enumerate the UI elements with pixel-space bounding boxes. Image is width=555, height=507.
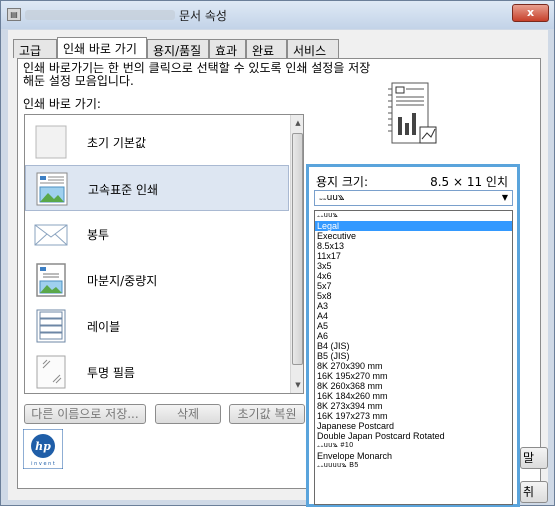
paper-size-option[interactable]: A3: [315, 301, 512, 311]
paper-size-dropdown-list[interactable]: ಀಀuu꧉ Legal Executive 8.5x13 11x17 3x5 4x6 5x7 5…: [314, 210, 513, 505]
blank-page-icon: [35, 125, 67, 159]
paper-size-option[interactable]: 11x17: [315, 251, 512, 261]
paper-size-panel: 용지 크기: 8.5 × 11 인치 ಀಀuu꧉ ▼ ಀಀuu꧉ Legal Exe…: [306, 164, 520, 507]
list-item[interactable]: 초기 기본값: [25, 119, 289, 165]
cardstock-icon: [36, 263, 66, 297]
tab-effects[interactable]: 효과: [209, 39, 246, 58]
shortcuts-description: 인쇄 바로가기는 한 번의 클릭으로 선택할 수 있도록 인쇄 설정을 저장 해…: [23, 61, 371, 88]
paper-size-option[interactable]: Double Japan Postcard Rotated: [315, 431, 512, 441]
list-item[interactable]: 봉투: [25, 211, 289, 257]
printer-icon: ▤: [7, 8, 21, 21]
labels-icon: [36, 309, 66, 343]
tab-advanced[interactable]: 고급: [13, 39, 57, 58]
window-title: 문서 속성: [179, 9, 227, 23]
tab-print-shortcuts[interactable]: 인쇄 바로 가기: [57, 37, 147, 59]
preset-label: 봉투: [87, 228, 110, 242]
shortcuts-list-label: 인쇄 바로 가기:: [23, 97, 101, 111]
preset-label: 고속표준 인쇄: [88, 183, 159, 197]
delete-button[interactable]: 삭제: [155, 404, 221, 424]
paper-size-option[interactable]: Executive: [315, 231, 512, 241]
paper-size-select[interactable]: ಀಀuu꧉ ▼: [314, 190, 513, 206]
svg-text:hp: hp: [35, 440, 51, 453]
list-item[interactable]: 레이블: [25, 303, 289, 349]
paper-size-option[interactable]: 5x7: [315, 281, 512, 291]
paper-size-option[interactable]: 3x5: [315, 261, 512, 271]
close-button[interactable]: x: [512, 4, 549, 22]
paper-size-option[interactable]: ಀಀuu꧉ #10: [315, 441, 512, 451]
list-item[interactable]: 마분지/중량지: [25, 257, 289, 303]
paper-size-option[interactable]: Envelope Monarch: [315, 451, 512, 461]
title-redacted: [25, 10, 175, 20]
paper-size-option[interactable]: 4x6: [315, 271, 512, 281]
scroll-thumb[interactable]: [292, 133, 303, 365]
partial-button-1[interactable]: 말: [520, 447, 548, 469]
paper-size-selected: ಀಀuu꧉: [319, 193, 345, 203]
paper-size-option[interactable]: 8.5x13: [315, 241, 512, 251]
paper-size-option[interactable]: ಀಀuu꧉: [315, 211, 512, 221]
preset-label: 마분지/중량지: [87, 274, 158, 288]
envelope-icon: [34, 224, 68, 246]
document-preview-icon: [388, 82, 437, 144]
paper-size-option[interactable]: B4 (JIS): [315, 341, 512, 351]
tab-services[interactable]: 서비스: [287, 39, 339, 58]
scroll-up-icon[interactable]: ▲: [293, 119, 303, 129]
paper-size-option[interactable]: B5 (JIS): [315, 351, 512, 361]
list-item[interactable]: 고속표준 인쇄: [25, 165, 289, 211]
scroll-down-icon[interactable]: ▼: [293, 381, 303, 391]
title-bar[interactable]: ▤ 문서 속성 x: [1, 1, 554, 29]
tab-paper-quality[interactable]: 용지/품질: [147, 39, 209, 58]
paper-size-label: 용지 크기:: [316, 175, 369, 189]
paper-size-option[interactable]: A4: [315, 311, 512, 321]
preset-label: 초기 기본값: [87, 136, 147, 150]
paper-size-option[interactable]: 5x8: [315, 291, 512, 301]
paper-size-option[interactable]: A6: [315, 331, 512, 341]
preset-label: 레이블: [87, 320, 121, 334]
document-properties-window: ▤ 문서 속성 x 고급 인쇄 바로 가기 용지/품질 효과 완료 서비스 인쇄…: [0, 0, 555, 507]
shortcuts-list[interactable]: 초기 기본값 고속표준 인쇄 봉투 마분지/중량지 레이블 투명 필름 ▲ ▼: [24, 114, 304, 394]
reset-button[interactable]: 초기값 복원: [229, 404, 305, 424]
paper-size-value: 8.5 × 11 인치: [430, 175, 508, 189]
document-landscape-icon: [36, 172, 68, 206]
chevron-down-icon[interactable]: ▼: [502, 191, 508, 205]
hp-logo-icon: hp i n v e n t: [23, 429, 63, 469]
paper-size-option[interactable]: 8K 273x394 mm: [315, 401, 512, 411]
list-item[interactable]: 투명 필름: [25, 349, 289, 393]
svg-text:i n v e n t: i n v e n t: [31, 461, 55, 467]
paper-size-option[interactable]: 16K 195x270 mm: [315, 371, 512, 381]
paper-size-option[interactable]: 8K 270x390 mm: [315, 361, 512, 371]
transparency-icon: [36, 355, 66, 389]
paper-size-option[interactable]: Legal: [315, 221, 512, 231]
shortcuts-scrollbar[interactable]: ▲ ▼: [290, 115, 303, 393]
paper-size-option[interactable]: A5: [315, 321, 512, 331]
paper-size-option[interactable]: 16K 197x273 mm: [315, 411, 512, 421]
paper-size-option[interactable]: Japanese Postcard: [315, 421, 512, 431]
partial-button-2[interactable]: 취: [520, 481, 548, 503]
tab-finishing[interactable]: 완료: [246, 39, 287, 58]
save-as-button[interactable]: 다른 이름으로 저장...: [24, 404, 146, 424]
paper-size-option[interactable]: ಀಀuuuu꧉ B5: [315, 461, 512, 471]
paper-size-option[interactable]: 16K 184x260 mm: [315, 391, 512, 401]
preset-label: 투명 필름: [87, 366, 135, 380]
paper-size-option[interactable]: 8K 260x368 mm: [315, 381, 512, 391]
